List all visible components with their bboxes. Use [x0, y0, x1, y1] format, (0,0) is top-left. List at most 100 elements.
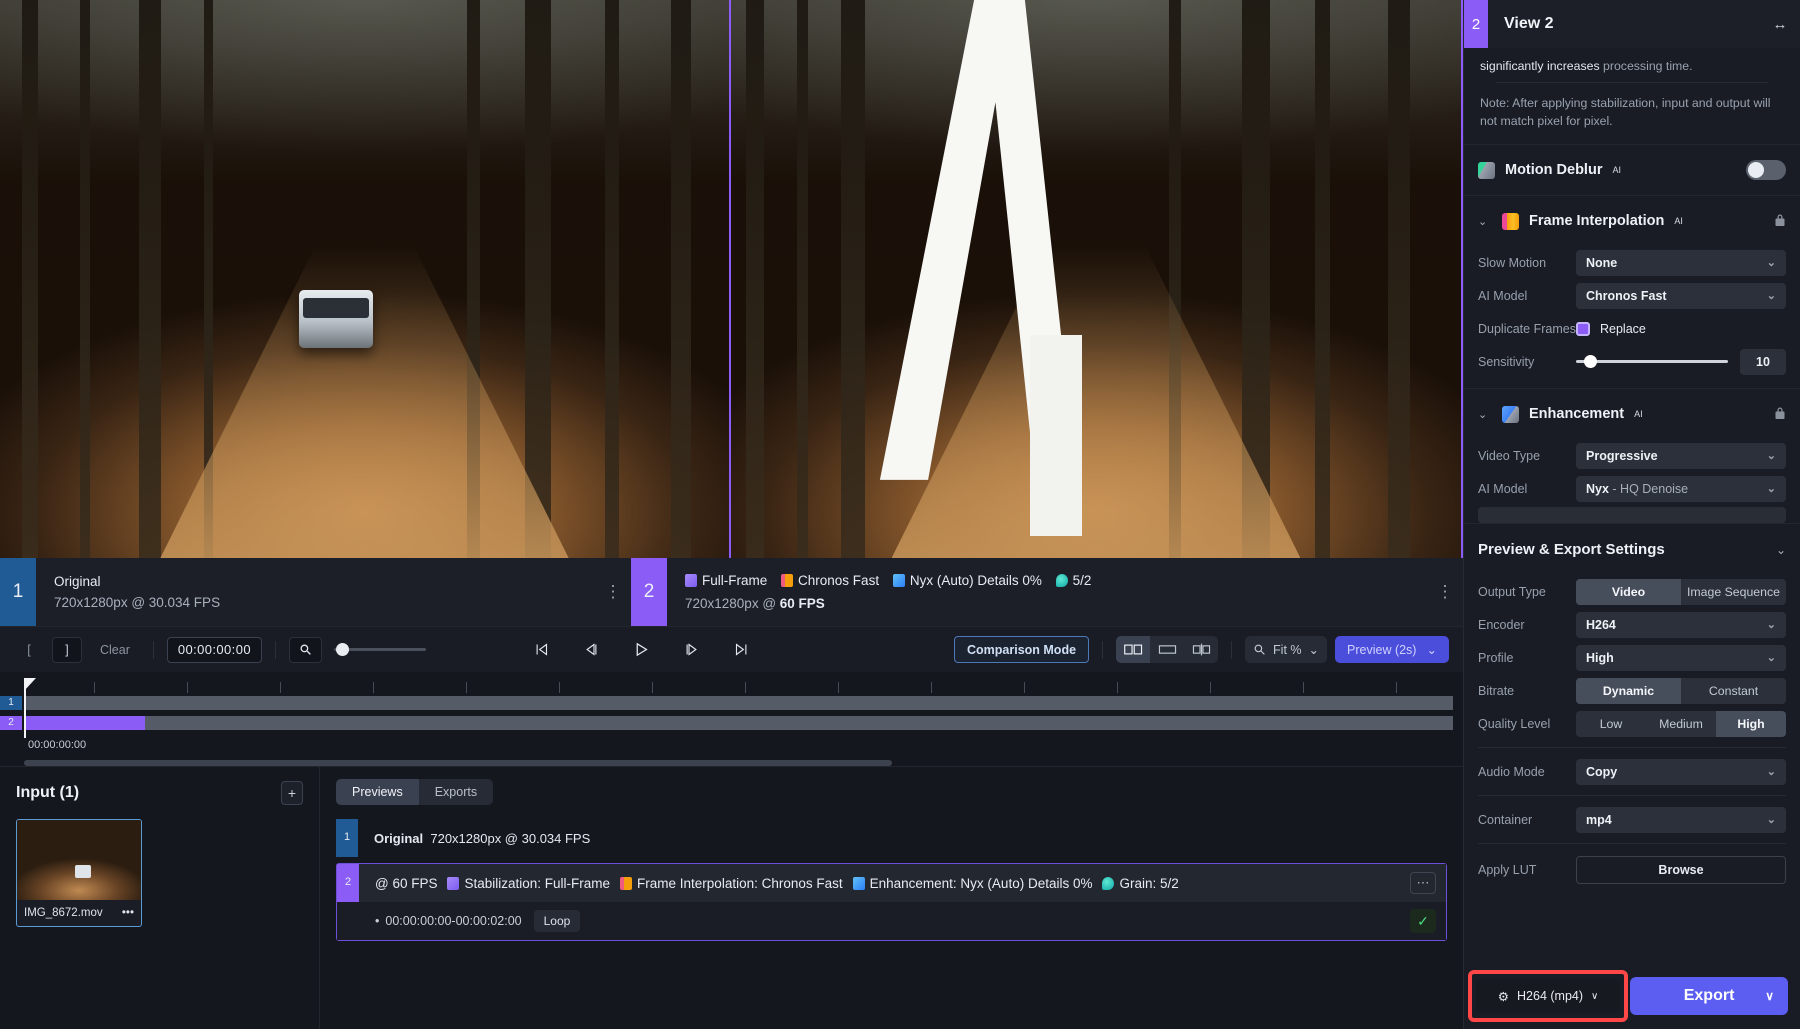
export-settings-header[interactable]: Preview & Export Settings ⌄ — [1464, 523, 1800, 575]
sensitivity-slider-knob[interactable] — [1584, 355, 1597, 368]
container-select[interactable]: mp4 ⌄ — [1576, 807, 1786, 833]
fi-ai-model-value: Chronos Fast — [1586, 289, 1767, 303]
timecode-input[interactable]: 00:00:00:00 — [167, 637, 262, 663]
layout-slider-button[interactable] — [1184, 636, 1218, 663]
layout-split-button[interactable] — [1116, 636, 1150, 663]
timeline-track-2-label: 2 — [0, 716, 22, 730]
previous-frame-button[interactable] — [580, 639, 604, 661]
preview-row-menu-icon[interactable]: ⋯ — [1410, 872, 1436, 894]
chevron-down-icon-enhancement[interactable]: ⌄ — [1478, 408, 1492, 421]
timeline-horizontal-scrollbar[interactable] — [24, 760, 892, 766]
vehicle — [299, 290, 373, 348]
sensitivity-slider[interactable] — [1576, 360, 1728, 363]
zoom-fit-select[interactable]: Fit % ⌄ — [1245, 636, 1327, 663]
chevron-down-icon-export[interactable]: ∨ — [1765, 989, 1774, 1003]
audio-mode-label: Audio Mode — [1478, 765, 1576, 779]
fi-ai-model-select[interactable]: Chronos Fast ⌄ — [1576, 283, 1786, 309]
output-type-option-image-sequence[interactable]: Image Sequence — [1681, 579, 1786, 605]
enhancement-header[interactable]: ⌄ Enhancement AI — [1464, 389, 1800, 439]
mark-out-button[interactable]: ] — [52, 637, 82, 663]
play-button[interactable] — [630, 639, 654, 661]
enh-ai-model-value-bold: Nyx — [1586, 482, 1609, 496]
bitrate-option-constant[interactable]: Constant — [1681, 678, 1786, 704]
motion-deblur-header[interactable]: Motion Deblur AI — [1464, 145, 1800, 195]
chevron-down-icon-container: ⌄ — [1767, 813, 1776, 826]
playhead[interactable] — [24, 678, 26, 738]
zoom-slider[interactable] — [334, 648, 426, 651]
row-duplicate-frames: Duplicate Frames Replace — [1464, 312, 1800, 345]
timeline-track-2[interactable]: 2 — [0, 714, 1453, 731]
timeline-track-2-bar[interactable] — [24, 716, 1453, 730]
preview-card-processed[interactable]: 2 @ 60 FPS Stabilization: Full-Frame Fra… — [336, 863, 1447, 941]
video-type-select[interactable]: Progressive ⌄ — [1576, 443, 1786, 469]
info-bar-processed: 2 Full-Frame Chronos Fast Nyx (Auto) Det… — [631, 558, 1463, 626]
expand-arrows-icon[interactable]: ↔ — [1760, 16, 1800, 33]
motion-deblur-toggle[interactable] — [1746, 160, 1786, 180]
chip-grain: 5/2 — [1056, 573, 1092, 588]
last-frame-button[interactable] — [730, 639, 754, 661]
preview-row-original[interactable]: 1 Original 720x1280px @ 30.034 FPS — [336, 819, 1447, 857]
quality-option-low[interactable]: Low — [1576, 711, 1646, 737]
encoder-select[interactable]: H264 ⌄ — [1576, 612, 1786, 638]
row-quality-level: Quality Level Low Medium High — [1464, 707, 1800, 740]
export-button[interactable]: Export ∨ — [1630, 977, 1788, 1015]
viewer-info-bars: 1 Original 720x1280px @ 30.034 FPS ⋮ 2 F… — [0, 558, 1463, 626]
app-root: 1 Original 720x1280px @ 30.034 FPS ⋮ 2 F… — [0, 0, 1800, 1029]
next-frame-button[interactable] — [680, 639, 704, 661]
mark-in-button[interactable]: [ — [14, 637, 44, 663]
chevron-down-icon-frame-interpolation[interactable]: ⌄ — [1478, 215, 1492, 228]
loop-button[interactable]: Loop — [534, 910, 581, 932]
search-icon[interactable] — [289, 637, 322, 663]
layout-single-button[interactable] — [1150, 636, 1184, 663]
add-input-button[interactable]: + — [281, 781, 303, 805]
quality-option-medium[interactable]: Medium — [1646, 711, 1716, 737]
sensitivity-value[interactable]: 10 — [1740, 349, 1786, 375]
timeline-track-1-label: 1 — [0, 696, 22, 710]
timeline-track-1[interactable]: 1 — [0, 694, 1453, 711]
enh-ai-model-select[interactable]: Nyx - HQ Denoise ⌄ — [1576, 476, 1786, 502]
viewer-processed[interactable] — [729, 0, 1463, 558]
processed-meta-fps: 60 FPS — [780, 596, 825, 611]
transport-bar: [ ] Clear 00:00:00:00 — [0, 626, 1463, 672]
row-profile: Profile High ⌄ — [1464, 641, 1800, 674]
zoom-slider-knob[interactable] — [336, 643, 349, 656]
chevron-down-icon-export-settings[interactable]: ⌄ — [1776, 543, 1786, 557]
quality-level-segmented: Low Medium High — [1576, 711, 1786, 737]
quality-option-high[interactable]: High — [1716, 711, 1786, 737]
encoder-label: Encoder — [1478, 618, 1576, 632]
format-select-button[interactable]: ⚙ H264 (mp4) ∨ — [1476, 979, 1620, 1013]
comparison-mode-button[interactable]: Comparison Mode — [954, 636, 1089, 663]
slow-motion-select[interactable]: None ⌄ — [1576, 250, 1786, 276]
browse-lut-button[interactable]: Browse — [1576, 856, 1786, 884]
timeline[interactable]: 1 2 00:00:00:00 — [0, 672, 1463, 766]
clear-marks-button[interactable]: Clear — [90, 637, 140, 663]
divider-quality — [1478, 747, 1786, 748]
tab-previews[interactable]: Previews — [336, 779, 419, 805]
audio-mode-select[interactable]: Copy ⌄ — [1576, 759, 1786, 785]
viewer-original[interactable] — [0, 0, 729, 558]
preview-chevron-down-icon[interactable]: ⌄ — [1426, 642, 1436, 657]
preview-range-label: 00:00:00:00-00:00:02:00 — [385, 914, 521, 928]
input-menu-icon[interactable]: ••• — [122, 907, 134, 919]
frame-interpolation-header[interactable]: ⌄ Frame Interpolation AI — [1464, 196, 1800, 246]
section-motion-deblur: Motion Deblur AI — [1464, 144, 1800, 195]
profile-select[interactable]: High ⌄ — [1576, 645, 1786, 671]
first-frame-button[interactable] — [530, 639, 554, 661]
preview-button[interactable]: Preview (2s) ⌄ — [1335, 636, 1449, 663]
lock-icon-enhancement[interactable] — [1774, 406, 1786, 423]
lock-icon-frame-interpolation[interactable] — [1774, 213, 1786, 230]
divider-container — [1478, 843, 1786, 844]
audio-mode-value: Copy — [1586, 765, 1767, 779]
processed-menu-icon[interactable]: ⋮ — [1427, 582, 1463, 602]
duplicate-frames-checkbox[interactable] — [1576, 322, 1590, 336]
original-menu-icon[interactable]: ⋮ — [595, 582, 631, 602]
output-type-option-video[interactable]: Video — [1576, 579, 1681, 605]
input-thumbnail-card[interactable]: IMG_8672.mov ••• — [16, 819, 142, 927]
row-audio-mode: Audio Mode Copy ⌄ — [1464, 755, 1800, 788]
panel-notes: significantly increases processing time.… — [1464, 48, 1800, 144]
tab-exports[interactable]: Exports — [419, 779, 493, 805]
timeline-track-1-bar[interactable] — [24, 696, 1453, 710]
bitrate-option-dynamic[interactable]: Dynamic — [1576, 678, 1681, 704]
note-processing-time-bold: significantly increases — [1480, 59, 1600, 73]
preview-confirm-icon[interactable]: ✓ — [1410, 909, 1436, 933]
